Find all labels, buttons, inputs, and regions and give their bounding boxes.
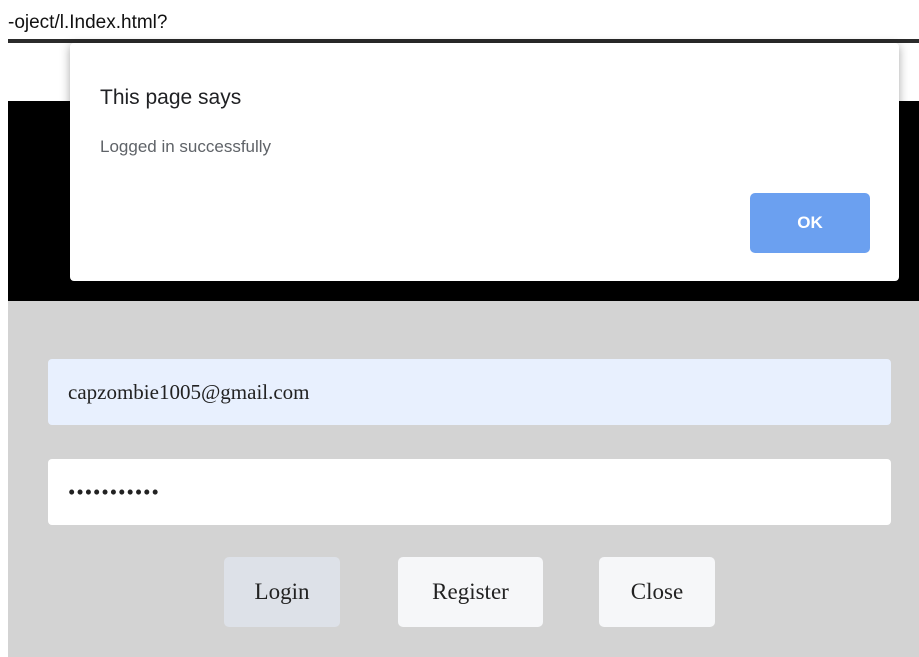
alert-dialog: This page says Logged in successfully OK (70, 43, 899, 281)
close-button[interactable]: Close (599, 557, 715, 627)
address-bar-url[interactable]: -oject/l.Index.html? (8, 12, 167, 34)
dialog-message: Logged in successfully (100, 137, 272, 156)
password-field[interactable] (48, 459, 891, 525)
dialog-title: This page says (100, 86, 242, 109)
register-button[interactable]: Register (398, 557, 543, 627)
ok-button[interactable]: OK (750, 193, 870, 253)
email-field[interactable] (48, 359, 891, 425)
login-button[interactable]: Login (224, 557, 340, 627)
